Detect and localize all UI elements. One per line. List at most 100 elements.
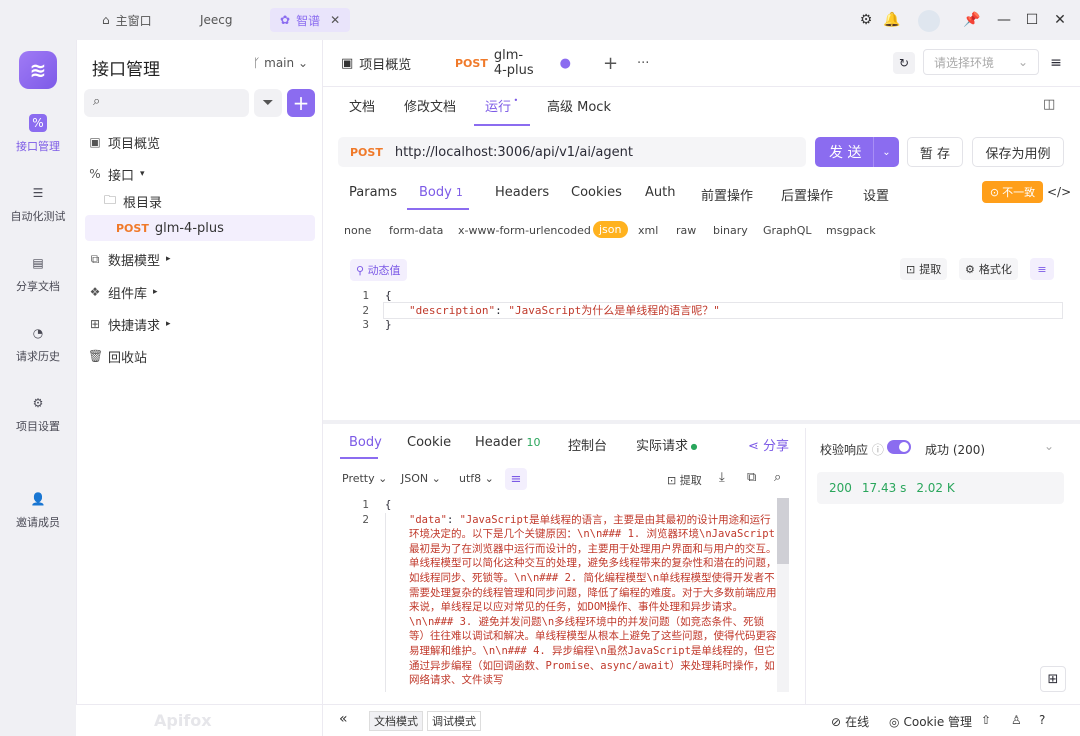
ctype-form-data[interactable]: form-data <box>389 224 443 237</box>
upload-icon[interactable]: ⇧ <box>981 713 991 727</box>
nav-share-doc[interactable]: ▤ 分享文档 <box>0 254 76 294</box>
type-select[interactable]: JSON ⌄ <box>401 472 441 485</box>
chevron-down-icon: ⌄ <box>1017 55 1028 69</box>
settings-gear-icon[interactable]: ⚙ <box>856 10 876 30</box>
extract-button[interactable]: ⊡ 提取 <box>900 258 948 280</box>
send-options-chevron-icon[interactable]: ⌄ <box>873 137 899 167</box>
more-tabs-button[interactable]: ··· <box>625 40 661 86</box>
bell-icon[interactable]: 🔔 <box>882 10 902 30</box>
view-select[interactable]: Pretty ⌄ <box>342 472 387 485</box>
maximize-icon[interactable]: ☐ <box>1022 10 1042 30</box>
window-tab-home[interactable]: ⌂ 主窗口 <box>92 8 162 32</box>
url-bar[interactable]: POST http://localhost:3006/api/v1/ai/age… <box>338 137 806 167</box>
branch-selector[interactable]: ᚴ main ⌄ <box>253 56 308 70</box>
ctype-xml[interactable]: xml <box>638 224 658 237</box>
tab-post-ops[interactable]: 后置操作 <box>781 185 833 204</box>
add-button[interactable]: + <box>287 89 315 117</box>
help-icon[interactable]: ? <box>1039 713 1045 727</box>
request-body-editor[interactable]: 1 { 2 "description": "JavaScript为什么是单线程的… <box>339 289 1064 414</box>
tab-headers[interactable]: Headers <box>495 185 549 200</box>
search-input[interactable]: ⌕ <box>84 89 249 117</box>
response-body-viewer[interactable]: 1 { 2 "data": "JavaScript是单线程的语言，主要是由其最初… <box>339 498 792 692</box>
minimize-icon[interactable]: — <box>994 10 1014 30</box>
nav-invite[interactable]: 👤 邀请成员 <box>0 490 76 530</box>
tree-item-overview[interactable]: ▣ 项目概览 <box>88 129 334 155</box>
nav-automation[interactable]: ☰ 自动化测试 <box>0 184 76 224</box>
ctype-none[interactable]: none <box>344 224 371 237</box>
tab-settings[interactable]: 设置 <box>863 185 889 204</box>
mismatch-badge[interactable]: ⊙ 不一致 <box>982 181 1043 203</box>
tab-params[interactable]: Params <box>349 185 397 200</box>
response-extract-button[interactable]: ⊡ 提取 <box>667 472 702 488</box>
resp-tab-console[interactable]: 控制台 <box>568 435 607 454</box>
chevron-down-icon[interactable]: ⌄ <box>1044 439 1054 453</box>
shirt-icon[interactable]: ♙ <box>1011 713 1022 727</box>
ctype-graphql[interactable]: GraphQL <box>763 224 812 237</box>
resp-tab-actual-request[interactable]: 实际请求 ● <box>636 435 698 454</box>
nav-api-management[interactable]: % 接口管理 <box>0 114 76 154</box>
tab-run[interactable]: 运行 • <box>485 96 518 115</box>
ctype-msgpack[interactable]: msgpack <box>826 224 876 237</box>
window-tab-zhipu[interactable]: ✿ 智谱 ✕ <box>270 8 351 32</box>
tab-cookies[interactable]: Cookies <box>571 185 622 200</box>
tree-item-glm-4-plus[interactable]: POST glm-4-plus <box>85 215 315 241</box>
encoding-select[interactable]: utf8 ⌄ <box>459 472 494 485</box>
download-icon[interactable]: ⤓ <box>719 470 725 485</box>
filter-button[interactable]: ⏷ <box>254 89 282 117</box>
doc-mode-button[interactable]: 文档模式 <box>369 711 423 731</box>
copy-icon[interactable]: ⧉ <box>747 470 756 485</box>
tree-item-quick-request[interactable]: ⊞ 快捷请求 ▸ <box>88 311 334 337</box>
resp-tab-cookie[interactable]: Cookie <box>407 435 451 450</box>
panel-toggle-icon[interactable]: ◫ <box>1043 97 1055 112</box>
code-icon[interactable]: </> <box>1047 185 1071 199</box>
resp-tab-header[interactable]: Header 10 <box>475 435 540 450</box>
tab-doc[interactable]: 文档 <box>349 96 375 115</box>
collapse-sidebar-icon[interactable]: « <box>339 711 348 727</box>
search-icon[interactable]: ⌕ <box>774 470 781 485</box>
tree-item-apis[interactable]: % 接口 ▾ <box>88 161 334 187</box>
online-status[interactable]: ⊘ 在线 <box>831 713 869 730</box>
save-as-case-button[interactable]: 保存为用例 <box>972 137 1064 167</box>
debug-mode-button[interactable]: 调试模式 <box>427 711 481 731</box>
tree-item-components[interactable]: ❖ 组件库 ▸ <box>88 279 334 305</box>
dynamic-value-button[interactable]: ⚲ 动态值 <box>350 259 407 281</box>
ctype-json[interactable]: json <box>593 221 628 238</box>
doc-tab-glm-4-plus[interactable]: POST glm-4-plus ● <box>443 40 583 86</box>
tab-advanced-mock[interactable]: 高级 Mock <box>547 96 611 115</box>
share-button[interactable]: ⋖ 分享 <box>748 435 789 454</box>
tab-body[interactable]: Body 1 <box>419 185 463 200</box>
layout-toggle-icon[interactable]: ⊞ <box>1040 666 1066 692</box>
response-scrollbar[interactable] <box>777 498 789 692</box>
save-button[interactable]: 暂 存 <box>907 137 963 167</box>
avatar[interactable] <box>918 10 940 32</box>
validate-response-toggle[interactable] <box>887 440 911 454</box>
tab-auth[interactable]: Auth <box>645 185 675 200</box>
ctype-urlencoded[interactable]: x-www-form-urlencoded <box>458 224 591 237</box>
tab-edit-doc[interactable]: 修改文档 <box>404 96 456 115</box>
environment-select[interactable]: 请选择环境 ⌄ <box>923 49 1039 75</box>
window-close-icon[interactable]: ✕ <box>1050 10 1070 30</box>
tab-pre-ops[interactable]: 前置操作 <box>701 185 753 204</box>
close-icon[interactable]: ✕ <box>330 13 340 27</box>
panel-splitter[interactable] <box>323 420 1080 424</box>
ctype-binary[interactable]: binary <box>713 224 748 237</box>
nav-project-settings[interactable]: ⚙ 项目设置 <box>0 394 76 434</box>
menu-button[interactable]: ≡ <box>1045 52 1067 74</box>
tree-item-data-model[interactable]: ⧉ 数据模型 ▸ <box>88 246 334 272</box>
nav-history[interactable]: ◔ 请求历史 <box>0 324 76 364</box>
format-button[interactable]: ⚙ 格式化 <box>959 258 1018 280</box>
response-wrap-toggle[interactable]: ≡ <box>505 468 527 490</box>
cookie-manager[interactable]: ◎ Cookie 管理 <box>889 713 972 730</box>
tree-item-trash[interactable]: 🗑 回收站 <box>88 343 334 369</box>
ctype-raw[interactable]: raw <box>676 224 696 237</box>
refresh-button[interactable]: ↻ <box>893 52 915 74</box>
plus-icon: + <box>292 91 310 115</box>
resp-tab-body[interactable]: Body <box>349 435 382 450</box>
tree-item-root[interactable]: 🗀 根目录 <box>103 188 349 214</box>
url-input[interactable]: http://localhost:3006/api/v1/ai/agent <box>395 145 633 160</box>
doc-tab-overview[interactable]: ▣ 项目概览 <box>329 40 423 86</box>
wrap-toggle-button[interactable]: ≡ <box>1030 258 1054 280</box>
warning-circle-icon: ⊙ <box>989 185 1000 199</box>
pin-icon[interactable]: 📌 <box>962 10 982 30</box>
window-tab-jeecg[interactable]: Jeecg <box>190 8 243 32</box>
